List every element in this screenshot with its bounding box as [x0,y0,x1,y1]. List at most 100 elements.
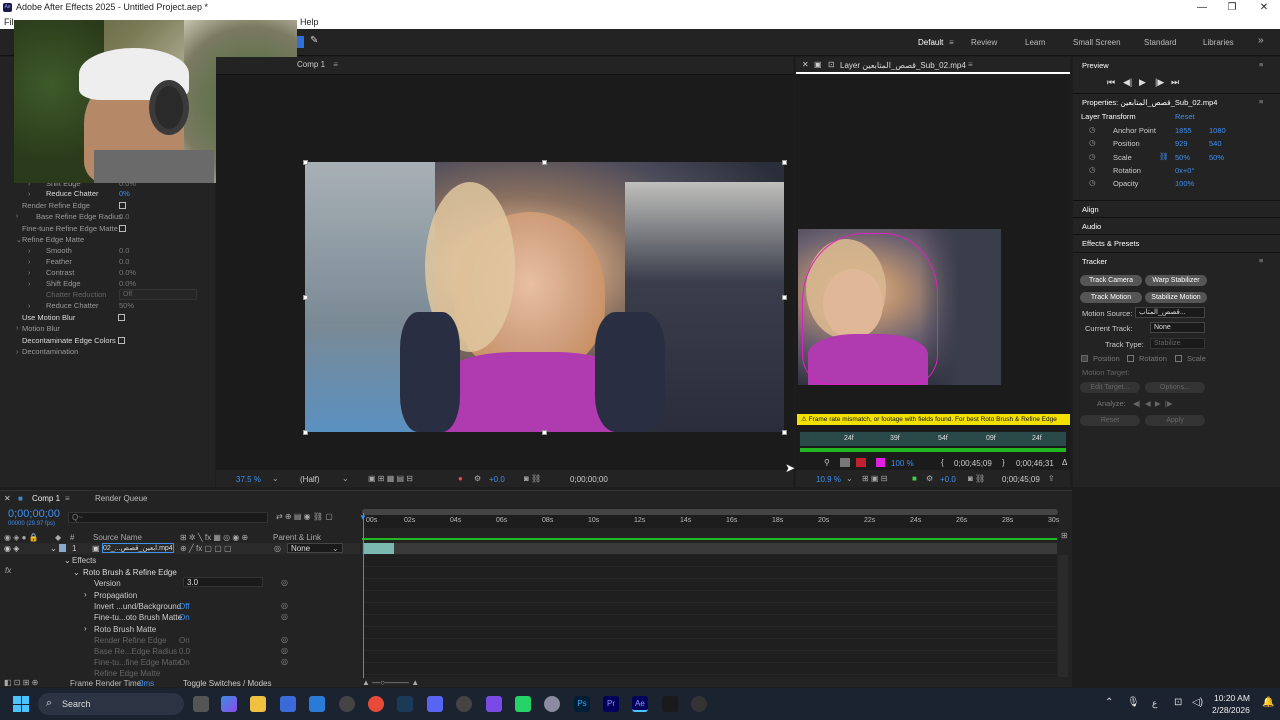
workspace-standard[interactable]: Standard [1144,38,1176,47]
apply-button[interactable]: Apply [1145,415,1205,426]
render-queue-tab[interactable]: Render Queue [95,494,147,503]
preview-panel-title[interactable]: Preview [1082,61,1109,70]
chevron-down-icon[interactable]: ⌄ [332,544,339,553]
prev-frame-icon[interactable]: ◀| [1123,77,1132,88]
timeline-scrollbar[interactable] [1058,555,1068,677]
after-effects-icon[interactable]: Ae [632,696,648,712]
fine-tune-roto-value[interactable]: On [179,613,190,622]
channel-icon[interactable]: ● [458,474,463,483]
opacity-value[interactable]: 100% [1175,179,1194,188]
options-button[interactable]: Options... [1145,382,1205,393]
layer-exposure[interactable]: +0.0 [940,475,956,484]
language-icon[interactable]: ع [1152,698,1157,709]
layer-label-color[interactable] [59,544,66,552]
maximize-button[interactable]: ❐ [1218,0,1246,15]
minimize-button[interactable]: — [1188,0,1216,15]
expression-icon[interactable]: ◎ [281,646,288,655]
browser-icon[interactable] [456,696,472,712]
panel-menu-icon[interactable]: ≡ [65,494,70,503]
comp-footage-frame[interactable] [305,162,784,432]
last-frame-icon[interactable]: ⏭ [1171,77,1179,88]
use-motion-blur-checkbox[interactable] [118,314,125,321]
expression-icon[interactable]: ◎ [281,601,288,610]
task-view-icon[interactable] [193,696,209,712]
close-icon[interactable]: ✕ [802,60,809,69]
resolution-select[interactable]: (Half) [300,475,320,484]
expression-icon[interactable]: ◎ [281,635,288,644]
channel-icon[interactable]: ■ [912,474,917,483]
workspace-small-screen[interactable]: Small Screen [1073,38,1121,47]
background-swatch[interactable] [856,458,866,467]
more-workspaces-icon[interactable]: » [1258,35,1264,46]
comp-current-time[interactable]: 0;00;00;00 [570,475,608,484]
workspace-default[interactable]: Default [918,38,943,47]
workspace-menu-icon[interactable]: ≡ [949,38,954,47]
current-track-select[interactable]: None [1150,322,1205,333]
position-x[interactable]: 929 [1175,139,1188,148]
comp-tab[interactable]: Comp 1 ≡ [297,60,338,69]
tray-chevron-icon[interactable]: ⌃ [1105,697,1113,708]
timeline-comp-tab[interactable]: Comp 1 [32,494,60,503]
close-button[interactable]: ✕ [1250,0,1278,15]
expression-icon[interactable]: ◎ [281,657,288,666]
app-icon[interactable] [691,696,707,712]
network-icon[interactable]: ⊡ [1174,697,1182,708]
align-panel[interactable]: Align [1082,205,1099,214]
premiere-icon[interactable]: Pr [603,696,619,712]
stopwatch-icon[interactable]: ◷ [1089,178,1096,187]
snapshot-icon[interactable]: ◙ ⛓ [524,474,541,483]
copilot-icon[interactable] [221,696,237,712]
chevron-down-icon[interactable]: ⌄ [846,474,853,483]
rotation-checkbox[interactable] [1127,355,1134,362]
settings-icon[interactable]: ⚙ [474,474,481,483]
position-y[interactable]: 540 [1209,139,1222,148]
layer-zoom-percent[interactable]: 100 % [891,459,914,468]
app-icon[interactable] [544,696,560,712]
scale-y[interactable]: 50% [1209,153,1224,162]
chevron-down-icon[interactable]: ⌄ [272,474,279,483]
timeline-search-input[interactable]: Q~ [68,512,268,523]
steam-icon[interactable] [397,696,413,712]
reset-button[interactable]: Reset [1080,415,1140,426]
first-frame-icon[interactable]: ⏮ [1107,77,1115,88]
expression-icon[interactable]: ◎ [281,578,288,587]
effects-presets-panel[interactable]: Effects & Presets [1082,239,1139,248]
panel-menu-icon[interactable]: ≡ [968,60,973,69]
scale-checkbox[interactable] [1175,355,1182,362]
play-icon[interactable]: ▶ [1139,77,1146,88]
clock-time[interactable]: 10:20 AM [1214,693,1250,703]
volume-icon[interactable]: ◁) [1192,697,1203,708]
stabilize-motion-button[interactable]: Stabilize Motion [1145,292,1207,303]
position-checkbox[interactable] [1081,355,1088,362]
panel-menu-icon[interactable]: ≡ [1259,60,1263,69]
layer-transform-section[interactable]: Layer Transform [1081,112,1136,121]
discord-icon[interactable] [427,696,443,712]
invert-value[interactable]: Off [179,602,190,611]
render-refine-edge-value[interactable]: On [179,636,190,645]
windows-start-icon[interactable] [13,696,29,712]
scale-x[interactable]: 50% [1175,153,1190,162]
layer-footage-frame[interactable] [798,229,1001,385]
visibility-icon[interactable]: ◉ ◈ [4,544,19,553]
keyframe-area[interactable] [362,555,1057,677]
snapshot-icon[interactable]: ◙ ⛓ [968,474,985,483]
layer-time-ruler[interactable]: 24f 39f 54f 09f 24f [800,432,1066,446]
foreground-swatch[interactable] [840,458,850,467]
notifications-icon[interactable]: 🔔 [1262,697,1274,708]
layer-in-time[interactable]: 0;00;45;09 [954,459,992,468]
gamepad-icon[interactable] [486,696,502,712]
microphone-icon[interactable]: 🎙 [1127,697,1140,708]
layer-current-time[interactable]: 0;00;45;09 [1002,475,1040,484]
anchor-point-y[interactable]: 1080 [1209,126,1226,135]
fx-icon[interactable]: fx [5,566,11,575]
fine-tune-refine-value[interactable]: On [179,658,190,667]
track-type-select[interactable]: Stabilize [1150,338,1205,349]
propagation-label[interactable]: Propagation [94,591,137,600]
comp-zoom-level[interactable]: 37.5 % [236,475,261,484]
time-ruler[interactable] [362,515,1058,528]
motion-source-select[interactable]: قصص_المتاب... [1135,307,1205,318]
pin-tool-icon[interactable]: ✎ [310,35,318,46]
stopwatch-icon[interactable]: ◷ [1089,125,1096,134]
chrome-icon[interactable] [368,696,384,712]
roto-brush-icon[interactable]: ⚲ [824,458,830,467]
